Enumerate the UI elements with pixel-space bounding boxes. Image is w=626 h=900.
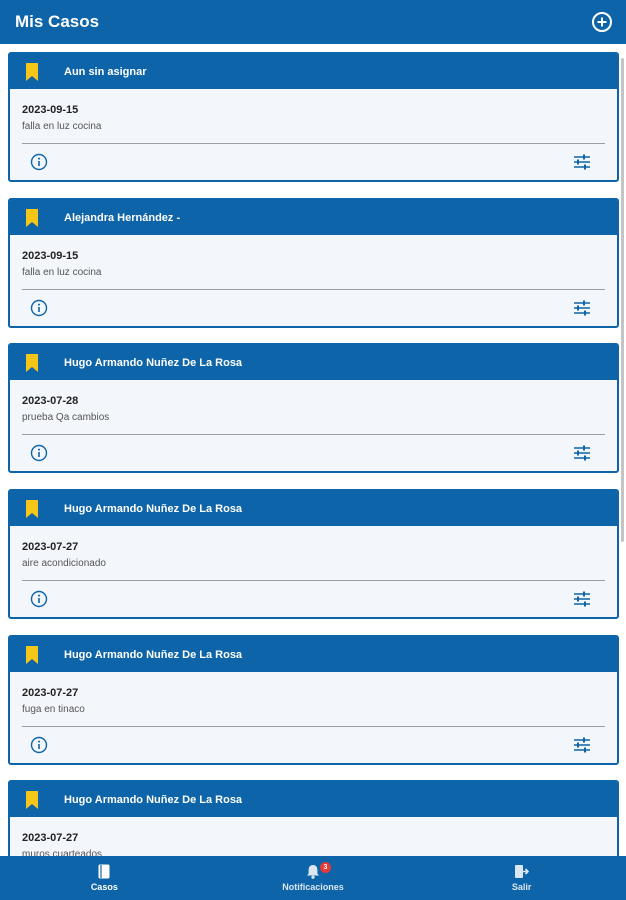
case-card-body: 2023-09-15 falla en luz cocina <box>10 89 617 144</box>
case-card-header: Alejandra Hernández - <box>10 200 617 235</box>
case-list[interactable]: Aun sin asignar 2023-09-15 falla en luz … <box>0 44 626 856</box>
tune-icon <box>574 154 590 170</box>
app-root: Mis Casos Aun sin asignar 2023-09-15 fal… <box>0 0 626 900</box>
case-card[interactable]: Hugo Armando Nuñez De La Rosa 2023-07-28… <box>8 343 619 473</box>
nav-notificaciones[interactable]: 3 Notificaciones <box>238 856 388 900</box>
case-card[interactable]: Hugo Armando Nuñez De La Rosa 2023-07-27… <box>8 780 619 856</box>
logout-icon <box>515 865 530 878</box>
bookmark-icon <box>24 790 40 809</box>
case-date: 2023-07-28 <box>22 395 79 407</box>
case-assignee: Alejandra Hernández - <box>64 211 181 224</box>
list-scrollbar[interactable] <box>621 58 624 542</box>
bottom-navigation: Casos 3 Notificaciones Salir <box>0 856 626 900</box>
case-card-body: 2023-07-28 prueba Qa cambios <box>10 380 617 435</box>
case-assignee: Aun sin asignar <box>64 65 147 78</box>
case-card-actions <box>10 727 617 763</box>
case-description: falla en luz cocina <box>22 121 102 132</box>
nav-label: Notificaciones <box>282 882 344 892</box>
adjust-button[interactable] <box>573 154 591 170</box>
adjust-button[interactable] <box>573 737 591 753</box>
bookmark-icon <box>24 208 40 227</box>
case-card[interactable]: Aun sin asignar 2023-09-15 falla en luz … <box>8 52 619 182</box>
nav-salir[interactable]: Salir <box>447 856 597 900</box>
case-card-header: Aun sin asignar <box>10 54 617 89</box>
top-app-bar: Mis Casos <box>0 0 626 44</box>
tune-icon <box>574 300 590 316</box>
case-card-header: Hugo Armando Nuñez De La Rosa <box>10 345 617 380</box>
case-card-actions <box>10 290 617 326</box>
add-circle-icon <box>592 12 612 32</box>
page-title: Mis Casos <box>15 12 100 31</box>
case-assignee: Hugo Armando Nuñez De La Rosa <box>64 793 243 806</box>
adjust-button[interactable] <box>573 445 591 461</box>
bell-icon <box>306 865 319 879</box>
case-date: 2023-09-15 <box>22 104 79 116</box>
tune-icon <box>574 591 590 607</box>
case-description: aire acondicionado <box>22 558 106 569</box>
case-date: 2023-07-27 <box>22 832 79 844</box>
info-icon <box>30 299 48 317</box>
case-date: 2023-09-15 <box>22 250 79 262</box>
info-icon <box>30 153 48 171</box>
case-card-body: 2023-07-27 muros cuarteados <box>10 817 617 856</box>
case-assignee: Hugo Armando Nuñez De La Rosa <box>64 648 243 661</box>
info-icon <box>30 590 48 608</box>
case-card-header: Hugo Armando Nuñez De La Rosa <box>10 637 617 672</box>
case-description: fuga en tinaco <box>22 704 85 715</box>
case-description: muros cuarteados <box>22 849 103 856</box>
adjust-button[interactable] <box>573 591 591 607</box>
info-button[interactable] <box>30 736 48 754</box>
nav-label: Salir <box>511 882 532 892</box>
info-icon <box>30 736 48 754</box>
case-assignee: Hugo Armando Nuñez De La Rosa <box>64 502 243 515</box>
case-card-header: Hugo Armando Nuñez De La Rosa <box>10 491 617 526</box>
bookmark-icon <box>24 499 40 518</box>
bookmark-icon <box>24 353 40 372</box>
info-button[interactable] <box>30 299 48 317</box>
nav-casos[interactable]: Casos <box>29 856 179 900</box>
info-button[interactable] <box>30 153 48 171</box>
case-card-actions <box>10 144 617 180</box>
info-button[interactable] <box>30 444 48 462</box>
bookmark-icon <box>24 62 40 81</box>
case-date: 2023-07-27 <box>22 541 79 553</box>
tune-icon <box>574 445 590 461</box>
info-icon <box>30 444 48 462</box>
tune-icon <box>574 737 590 753</box>
case-card-actions <box>10 435 617 471</box>
case-card-body: 2023-07-27 fuga en tinaco <box>10 672 617 727</box>
case-card-header: Hugo Armando Nuñez De La Rosa <box>10 782 617 817</box>
case-card-actions <box>10 581 617 617</box>
case-card-body: 2023-07-27 aire acondicionado <box>10 526 617 581</box>
case-date: 2023-07-27 <box>22 687 79 699</box>
case-card[interactable]: Hugo Armando Nuñez De La Rosa 2023-07-27… <box>8 635 619 765</box>
case-description: falla en luz cocina <box>22 267 102 278</box>
book-icon <box>98 864 110 879</box>
case-card[interactable]: Alejandra Hernández - 2023-09-15 falla e… <box>8 198 619 328</box>
case-description: prueba Qa cambios <box>22 412 110 423</box>
case-card[interactable]: Hugo Armando Nuñez De La Rosa 2023-07-27… <box>8 489 619 619</box>
case-card-body: 2023-09-15 falla en luz cocina <box>10 235 617 290</box>
case-assignee: Hugo Armando Nuñez De La Rosa <box>64 356 243 369</box>
adjust-button[interactable] <box>573 300 591 316</box>
add-case-button[interactable] <box>590 10 614 34</box>
info-button[interactable] <box>30 590 48 608</box>
nav-label: Casos <box>90 882 118 892</box>
notification-count-badge: 3 <box>319 862 331 873</box>
bookmark-icon <box>24 645 40 664</box>
